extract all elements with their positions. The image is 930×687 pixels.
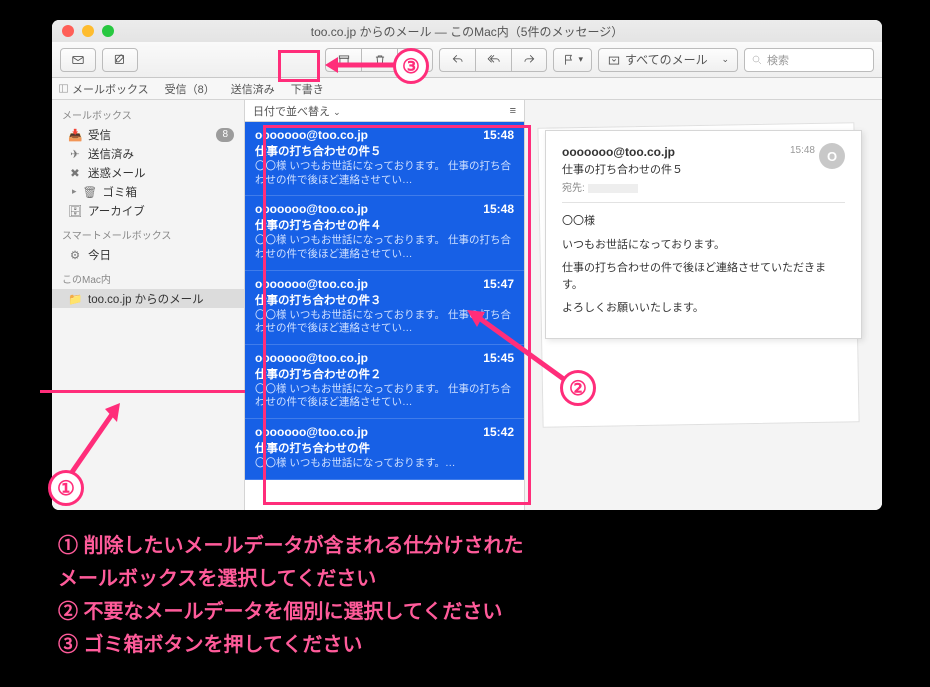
- fav-sent[interactable]: 送信済み: [231, 81, 275, 97]
- msg-preview: 〇〇様 いつもお世話になっております。…: [255, 457, 514, 471]
- search-input[interactable]: 検索: [744, 48, 874, 72]
- msg-subject: 仕事の打ち合わせの件２: [255, 366, 514, 382]
- folder-icon: 📁: [68, 292, 82, 306]
- forward-button[interactable]: [511, 48, 547, 72]
- sidebar-sent[interactable]: ✈送信済み: [52, 144, 244, 163]
- msg-preview: 〇〇様 いつもお世話になっております。 仕事の打ち合わせの件で後ほど連絡させてい…: [255, 383, 514, 410]
- sidebar-header-smart: スマートメールボックス: [52, 220, 244, 245]
- sidebar-header-mailboxes: メールボックス: [52, 100, 244, 125]
- titlebar: too.co.jp からのメール — このMac内（5件のメッセージ）: [52, 20, 882, 42]
- compose-button[interactable]: [102, 48, 138, 72]
- msg-preview: 〇〇様 いつもお世話になっております。 仕事の打ち合わせの件で後ほど連絡させてい…: [255, 160, 514, 187]
- sort-header[interactable]: 日付で並べ替え ⌄ ≡: [245, 100, 524, 122]
- trash-icon: 🗑: [83, 185, 97, 199]
- msg-time: 15:42: [483, 425, 514, 439]
- delete-button[interactable]: [361, 48, 397, 72]
- msg-time: 15:48: [483, 128, 514, 142]
- reply-icon: [451, 53, 465, 67]
- msg-from: ooooooo@too.co.jp: [255, 425, 368, 439]
- msg-preview: 〇〇様 いつもお世話になっております。 仕事の打ち合わせの件で後ほど連絡させてい…: [255, 234, 514, 261]
- msg-from: ooooooo@too.co.jp: [255, 277, 368, 291]
- fav-mailboxes[interactable]: メールボックス: [58, 81, 149, 97]
- preview-body-line: いつもお世話になっております。: [562, 237, 845, 254]
- instruction-text: ① 削除したいメールデータが含まれる仕分けされた メールボックスを選択してくださ…: [58, 530, 524, 662]
- chevron-down-icon: ⌄: [333, 107, 341, 117]
- msg-from: ooooooo@too.co.jp: [255, 202, 368, 216]
- reply-all-button[interactable]: [475, 48, 511, 72]
- chevron-right-icon: ▸: [72, 186, 77, 197]
- annotation-number-3: ③: [393, 48, 429, 84]
- archive-icon: 🗄: [68, 204, 82, 218]
- inbox-badge: 8: [216, 128, 234, 142]
- fav-drafts[interactable]: 下書き: [291, 81, 324, 97]
- sidebar-trash[interactable]: ▸🗑ゴミ箱: [52, 182, 244, 201]
- preview-body-line: よろしくお願いいたします。: [562, 300, 845, 317]
- fav-inbox[interactable]: 受信（8）: [165, 81, 215, 97]
- compose-icon: [113, 53, 127, 67]
- message-item[interactable]: ooooooo@too.co.jp 15:48仕事の打ち合わせの件４〇〇様 いつも…: [245, 196, 524, 270]
- annotation-number-1: ①: [48, 470, 84, 506]
- annotation-number-2: ②: [560, 370, 596, 406]
- sidebar: メールボックス 📥受信8 ✈送信済み ✖迷惑メール ▸🗑ゴミ箱 🗄アーカイブ ス…: [52, 100, 245, 510]
- message-item[interactable]: ooooooo@too.co.jp 15:47仕事の打ち合わせの件３〇〇様 いつも…: [245, 271, 524, 345]
- reading-pane: ooooooo@too.co.jp 15:48 O 仕事の打ち合わせの件５ 宛先…: [525, 100, 882, 510]
- mail-window: too.co.jp からのメール — このMac内（5件のメッセージ） ▾ すべ…: [52, 20, 882, 510]
- message-preview: ooooooo@too.co.jp 15:48 O 仕事の打ち合わせの件５ 宛先…: [545, 130, 862, 339]
- flag-button[interactable]: ▾: [553, 48, 592, 72]
- window-title: too.co.jp からのメール — このMac内（5件のメッセージ）: [52, 23, 882, 40]
- avatar: O: [819, 143, 845, 169]
- sidebar-header-local: このMac内: [52, 264, 244, 289]
- annotation-underline: [40, 390, 245, 393]
- filter-label: すべてのメール: [625, 51, 708, 68]
- preview-time: 15:48: [790, 145, 815, 156]
- favorites-bar: メールボックス 受信（8） 送信済み 下書き: [52, 78, 882, 100]
- flag-icon: [562, 53, 576, 67]
- sidebar-today[interactable]: ⚙今日: [52, 245, 244, 264]
- sidebar-icon: [58, 83, 69, 94]
- msg-subject: 仕事の打ち合わせの件３: [255, 292, 514, 308]
- message-list: 日付で並べ替え ⌄ ≡ ooooooo@too.co.jp15:48仕事の打ち合…: [245, 100, 525, 510]
- preview-body-line: 〇〇様: [562, 213, 845, 230]
- inbox-icon: 📥: [68, 128, 82, 142]
- preview-subject: 仕事の打ち合わせの件５: [562, 161, 845, 177]
- move-icon: [607, 53, 621, 67]
- gear-icon: ⚙: [68, 248, 82, 262]
- junk-icon: ✖: [68, 166, 82, 180]
- get-mail-button[interactable]: [60, 48, 96, 72]
- message-item[interactable]: ooooooo@too.co.jp 15:45仕事の打ち合わせの件２〇〇様 いつも…: [245, 345, 524, 419]
- reply-button[interactable]: [439, 48, 475, 72]
- sidebar-inbox[interactable]: 📥受信8: [52, 125, 244, 144]
- msg-time: 15:47: [483, 277, 514, 291]
- filter-icon: ≡: [510, 105, 516, 117]
- preview-to: 宛先:: [562, 179, 845, 194]
- sent-icon: ✈: [68, 147, 82, 161]
- filter-dropdown[interactable]: すべてのメール ⌄: [598, 48, 738, 72]
- msg-from: ooooooo@too.co.jp: [255, 128, 368, 142]
- preview-body-line: 仕事の打ち合わせの件で後ほど連絡させていただきます。: [562, 260, 845, 293]
- search-icon: [751, 54, 763, 66]
- envelope-icon: [71, 53, 85, 67]
- sidebar-junk[interactable]: ✖迷惑メール: [52, 163, 244, 182]
- msg-from: ooooooo@too.co.jp: [255, 351, 368, 365]
- sidebar-local-folder[interactable]: 📁too.co.jp からのメール: [52, 289, 244, 308]
- sidebar-archive[interactable]: 🗄アーカイブ: [52, 201, 244, 220]
- message-item[interactable]: ooooooo@too.co.jp 15:48仕事の打ち合わせの件５〇〇様 いつも…: [245, 122, 524, 196]
- archive-icon: [337, 53, 351, 67]
- msg-subject: 仕事の打ち合わせの件４: [255, 217, 514, 233]
- forward-icon: [522, 53, 536, 67]
- msg-time: 15:48: [483, 202, 514, 216]
- archive-button[interactable]: [325, 48, 361, 72]
- trash-icon: [373, 53, 387, 67]
- msg-time: 15:45: [483, 351, 514, 365]
- reply-all-icon: [487, 53, 501, 67]
- toolbar: ▾ すべてのメール ⌄ 検索: [52, 42, 882, 78]
- msg-subject: 仕事の打ち合わせの件５: [255, 143, 514, 159]
- message-item[interactable]: ooooooo@too.co.jp 15:42仕事の打ち合わせの件〇〇様 いつもお…: [245, 419, 524, 480]
- msg-subject: 仕事の打ち合わせの件: [255, 440, 514, 456]
- msg-preview: 〇〇様 いつもお世話になっております。 仕事の打ち合わせの件で後ほど連絡させてい…: [255, 309, 514, 336]
